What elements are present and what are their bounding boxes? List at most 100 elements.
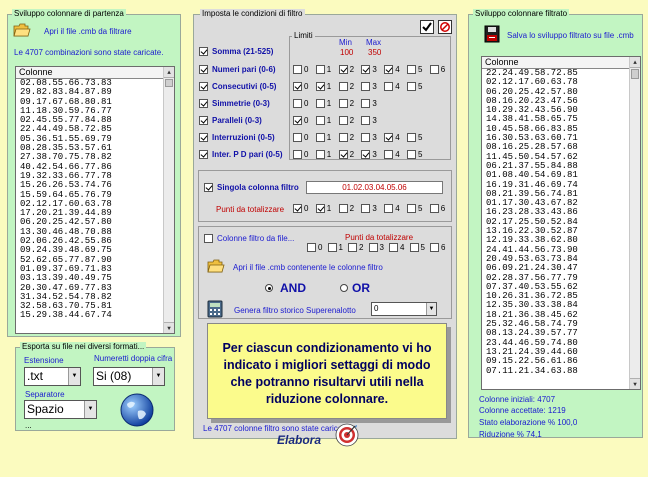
checkbox-box[interactable]: [338, 82, 348, 92]
option-checkbox[interactable]: 6: [429, 204, 445, 214]
checkbox-box[interactable]: [293, 82, 302, 92]
single-filter-input[interactable]: 01.02.03.04.05.06: [306, 181, 443, 194]
filter-enable-checkbox[interactable]: [199, 47, 208, 56]
dropdown-arrow-icon[interactable]: ▼: [84, 401, 96, 418]
checkbox-box[interactable]: [315, 204, 325, 214]
checkbox-box[interactable]: [338, 116, 348, 126]
historic-filter-select[interactable]: 0 ▼: [371, 302, 437, 316]
file-filter-checkbox[interactable]: [204, 233, 213, 244]
checkbox-box[interactable]: [429, 65, 439, 75]
option-checkbox[interactable]: 5: [407, 65, 422, 75]
scroll-down-arrow-icon[interactable]: ▼: [164, 322, 174, 333]
checkbox-box[interactable]: [407, 82, 416, 92]
checkbox-box[interactable]: [407, 65, 416, 75]
option-checkbox[interactable]: 1: [315, 116, 331, 126]
option-checkbox[interactable]: 2: [338, 82, 354, 92]
checkbox-box[interactable]: [361, 99, 371, 109]
dropdown-arrow-icon[interactable]: ▼: [68, 368, 80, 385]
and-radio[interactable]: [265, 283, 273, 294]
target-icon[interactable]: [335, 423, 359, 447]
checkbox-box[interactable]: [407, 150, 416, 160]
checkbox-box[interactable]: [338, 99, 348, 109]
option-checkbox[interactable]: 0: [293, 82, 308, 92]
option-checkbox[interactable]: 1: [315, 133, 331, 143]
option-checkbox[interactable]: 2: [348, 243, 363, 253]
filter-enable-checkbox[interactable]: [199, 65, 208, 74]
checkbox-box[interactable]: [407, 133, 416, 143]
option-checkbox[interactable]: 5: [407, 82, 422, 92]
checkbox-box[interactable]: [315, 82, 325, 92]
dropdown-arrow-icon[interactable]: ▼: [152, 368, 164, 385]
checkbox-box[interactable]: [315, 133, 325, 143]
source-column-list[interactable]: Colonne 02.08.55.66.73.83 29.82.83.84.87.…: [15, 66, 175, 334]
checkbox-box[interactable]: [361, 133, 371, 143]
filter-enable-checkbox[interactable]: [199, 99, 208, 108]
option-checkbox[interactable]: 6: [430, 243, 445, 253]
option-checkbox[interactable]: 5: [409, 243, 425, 253]
option-checkbox[interactable]: 2: [338, 116, 354, 126]
option-checkbox[interactable]: 4: [384, 133, 400, 143]
filter-enable-checkbox[interactable]: [199, 116, 208, 125]
option-checkbox[interactable]: 5: [407, 150, 422, 160]
save-disk-icon[interactable]: [484, 25, 500, 43]
checkbox-box[interactable]: [361, 204, 371, 214]
double-digit-select[interactable]: Si (08) ▼: [93, 367, 165, 386]
checkbox-box[interactable]: [361, 65, 371, 75]
checkbox-box[interactable]: [384, 133, 394, 143]
checkbox-box[interactable]: [409, 243, 419, 253]
option-checkbox[interactable]: 1: [327, 243, 343, 253]
checkbox-box[interactable]: [315, 99, 325, 109]
checkbox-box[interactable]: [361, 150, 371, 160]
cancel-button[interactable]: [438, 20, 452, 34]
checkbox-box[interactable]: [407, 204, 416, 214]
option-checkbox[interactable]: 2: [338, 150, 354, 160]
option-checkbox[interactable]: 5: [407, 133, 422, 143]
checkbox-box[interactable]: [384, 150, 394, 160]
checkbox-box[interactable]: [315, 116, 325, 126]
filter-enable-checkbox[interactable]: [199, 82, 208, 91]
folder-open-icon[interactable]: [13, 23, 31, 37]
option-checkbox[interactable]: 4: [384, 150, 400, 160]
scroll-thumb[interactable]: [165, 79, 173, 87]
checkbox-box[interactable]: [293, 99, 302, 109]
scroll-down-arrow-icon[interactable]: ▼: [630, 378, 640, 389]
checkbox-box[interactable]: [293, 116, 302, 126]
option-checkbox[interactable]: 4: [384, 82, 400, 92]
option-checkbox[interactable]: 1: [315, 150, 331, 160]
list-item[interactable]: 15.29.38.44.67.74: [20, 311, 174, 321]
option-checkbox[interactable]: 1: [315, 82, 331, 92]
save-filtered-link[interactable]: Salva lo sviluppo filtrato su file .cmb: [507, 31, 634, 40]
checkbox-box[interactable]: [389, 243, 398, 253]
filter-enable-checkbox[interactable]: [199, 133, 208, 142]
check-button[interactable]: [420, 20, 434, 34]
option-checkbox[interactable]: 1: [315, 65, 331, 75]
filtered-list-scrollbar[interactable]: ▲ ▼: [629, 57, 640, 389]
option-checkbox[interactable]: 3: [368, 243, 384, 253]
checkbox-box[interactable]: [348, 243, 357, 253]
scroll-up-arrow-icon[interactable]: ▲: [630, 57, 640, 68]
checkbox-box[interactable]: [315, 65, 325, 75]
dropdown-arrow-icon[interactable]: ▼: [426, 303, 436, 315]
option-checkbox[interactable]: 4: [389, 243, 404, 253]
checkbox-box[interactable]: [368, 243, 378, 253]
option-checkbox[interactable]: 3: [361, 65, 377, 75]
scroll-up-arrow-icon[interactable]: ▲: [164, 67, 174, 78]
checkbox-box[interactable]: [338, 133, 348, 143]
option-checkbox[interactable]: 4: [384, 65, 400, 75]
single-filter-checkbox[interactable]: [204, 182, 213, 193]
checkbox-box[interactable]: [384, 204, 394, 214]
checkbox-box[interactable]: [293, 133, 302, 143]
option-checkbox[interactable]: 3: [361, 133, 377, 143]
checkbox-box[interactable]: [338, 65, 348, 75]
separator-select[interactable]: Spazio ▼: [24, 400, 97, 419]
checkbox-box[interactable]: [384, 65, 394, 75]
checkbox-box[interactable]: [429, 204, 439, 214]
option-checkbox[interactable]: 3: [361, 204, 377, 214]
source-list-scrollbar[interactable]: ▲ ▼: [163, 67, 174, 333]
option-checkbox[interactable]: 3: [361, 99, 377, 109]
option-checkbox[interactable]: 0: [293, 133, 308, 143]
option-checkbox[interactable]: 0: [293, 116, 308, 126]
calculator-icon[interactable]: [207, 300, 223, 318]
open-filter-file-link[interactable]: Apri il file .cmb contenente le colonne …: [233, 263, 383, 272]
checkbox-box[interactable]: [293, 65, 302, 75]
